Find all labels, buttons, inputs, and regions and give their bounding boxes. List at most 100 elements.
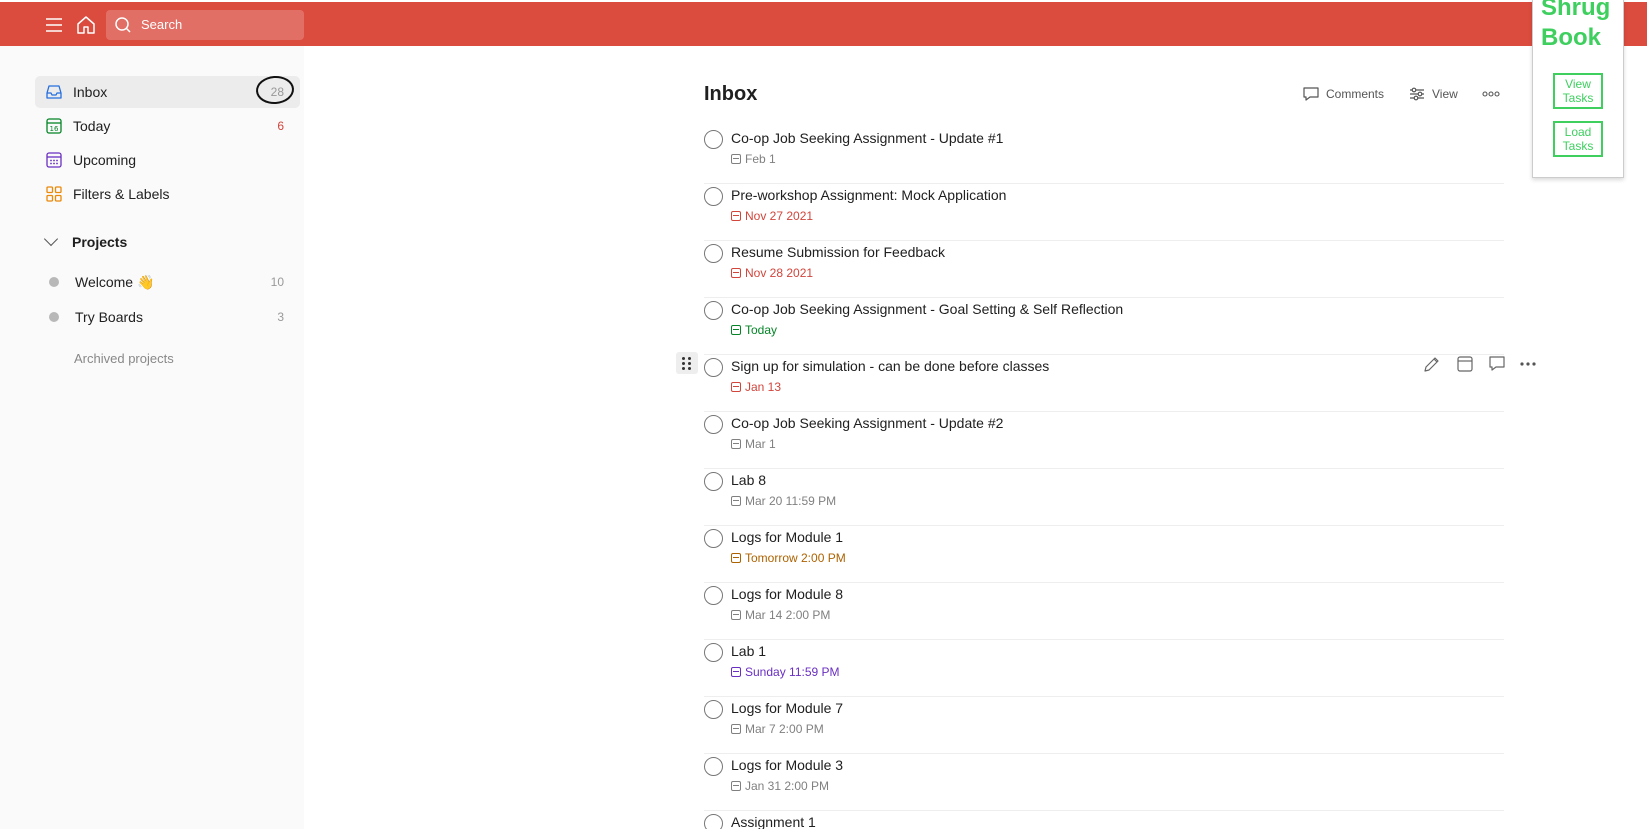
task-due-date[interactable]: Feb 1 — [731, 152, 776, 166]
project-item-welcome[interactable]: Welcome 👋 10 — [45, 267, 300, 295]
more-horizontal-icon[interactable] — [1518, 354, 1538, 374]
sidebar-item-inbox[interactable]: Inbox 28 — [35, 74, 300, 108]
task-due-date[interactable]: Jan 31 2:00 PM — [731, 779, 829, 793]
task-due-date[interactable]: Mar 14 2:00 PM — [731, 608, 830, 622]
task-due-date[interactable]: Mar 7 2:00 PM — [731, 722, 824, 736]
calendar-icon — [731, 439, 741, 449]
comments-label: Comments — [1326, 87, 1385, 101]
task-due-date[interactable]: Tomorrow 2:00 PM — [731, 551, 846, 565]
view-tasks-button[interactable]: View Tasks — [1553, 73, 1603, 109]
task-due-date[interactable]: Mar 1 — [731, 437, 776, 451]
task-checkbox[interactable] — [704, 244, 723, 263]
task-title[interactable]: Pre-workshop Assignment: Mock Applicatio… — [731, 187, 1006, 203]
task-item[interactable]: Co-op Job Seeking Assignment - Goal Sett… — [704, 298, 1504, 355]
task-title[interactable]: Lab 8 — [731, 472, 766, 488]
task-due-date[interactable]: Sunday 11:59 PM — [731, 665, 840, 679]
task-checkbox[interactable] — [704, 814, 723, 829]
task-checkbox[interactable] — [704, 187, 723, 206]
more-horizontal-icon — [1481, 86, 1500, 102]
task-item[interactable]: Assignment 1 — [704, 811, 1504, 829]
task-due-text: Today — [745, 323, 778, 337]
sidebar-item-label: Inbox — [73, 84, 108, 100]
task-checkbox[interactable] — [704, 130, 723, 149]
inbox-icon — [45, 83, 63, 101]
task-item[interactable]: Logs for Module 3 Jan 31 2:00 PM — [704, 754, 1504, 811]
calendar-icon — [731, 610, 741, 620]
task-item[interactable]: Lab 8 Mar 20 11:59 PM — [704, 469, 1504, 526]
task-item[interactable]: Co-op Job Seeking Assignment - Update #2… — [704, 412, 1504, 469]
task-title[interactable]: Logs for Module 3 — [731, 757, 843, 773]
task-item[interactable]: Co-op Job Seeking Assignment - Update #1… — [704, 127, 1504, 184]
task-checkbox[interactable] — [704, 301, 723, 320]
task-checkbox[interactable] — [704, 757, 723, 776]
task-title[interactable]: Resume Submission for Feedback — [731, 244, 945, 260]
task-item-hovered[interactable]: Sign up for simulation - can be done bef… — [704, 355, 1504, 412]
sidebar-item-label: Upcoming — [73, 152, 137, 168]
calendar-icon — [731, 154, 741, 164]
task-item[interactable]: Lab 1 Sunday 11:59 PM — [704, 640, 1504, 697]
view-button[interactable]: View — [1408, 86, 1458, 106]
calendar-icon — [731, 781, 741, 791]
comments-button[interactable]: Comments — [1302, 86, 1384, 106]
search-input[interactable]: Search — [106, 10, 304, 40]
project-color-dot — [49, 312, 59, 322]
calendar-today-icon: 16 — [45, 117, 63, 135]
sidebar-item-upcoming[interactable]: Upcoming — [35, 144, 300, 176]
task-checkbox[interactable] — [704, 472, 723, 491]
edit-pencil-icon[interactable] — [1422, 354, 1442, 374]
task-title[interactable]: Co-op Job Seeking Assignment - Goal Sett… — [731, 301, 1123, 317]
task-due-text: Mar 7 2:00 PM — [745, 722, 824, 736]
comment-icon[interactable] — [1487, 354, 1507, 374]
task-item[interactable]: Resume Submission for Feedback Nov 28 20… — [704, 241, 1504, 298]
task-checkbox[interactable] — [704, 529, 723, 548]
task-checkbox[interactable] — [704, 358, 723, 377]
calendar-icon — [731, 211, 741, 221]
menu-icon[interactable] — [43, 14, 65, 36]
projects-header[interactable]: Projects — [43, 231, 127, 250]
more-options-button[interactable] — [1481, 86, 1505, 106]
svg-text:16: 16 — [50, 125, 59, 133]
home-icon[interactable] — [75, 14, 97, 36]
task-due-date[interactable]: Mar 20 11:59 PM — [731, 494, 836, 508]
sidebar-item-today[interactable]: 16 Today 6 — [35, 110, 300, 142]
drag-handle-icon[interactable] — [676, 352, 698, 374]
chevron-down-icon[interactable] — [43, 231, 59, 247]
task-due-text: Nov 28 2021 — [745, 266, 814, 280]
top-bar: Search — [0, 0, 1647, 46]
task-title[interactable]: Logs for Module 1 — [731, 529, 843, 545]
task-title[interactable]: Co-op Job Seeking Assignment - Update #2 — [731, 415, 1003, 431]
task-due-date[interactable]: Jan 13 — [731, 380, 781, 394]
task-due-date[interactable]: Today — [731, 323, 777, 337]
view-tasks-label-1: View — [1565, 77, 1591, 91]
task-title[interactable]: Sign up for simulation - can be done bef… — [731, 358, 1049, 374]
task-title[interactable]: Co-op Job Seeking Assignment - Update #1 — [731, 130, 1003, 146]
task-item[interactable]: Pre-workshop Assignment: Mock Applicatio… — [704, 184, 1504, 241]
task-item[interactable]: Logs for Module 7 Mar 7 2:00 PM — [704, 697, 1504, 754]
search-icon — [114, 16, 132, 34]
sidebar-item-filters-labels[interactable]: Filters & Labels — [35, 178, 300, 210]
brand-line-2: Book — [1541, 24, 1601, 51]
task-title[interactable]: Assignment 1 — [731, 814, 816, 829]
task-due-text: Feb 1 — [745, 152, 776, 166]
task-hover-actions — [1422, 354, 1542, 374]
project-item-try-boards[interactable]: Try Boards 3 — [45, 302, 300, 330]
archived-projects-link[interactable]: Archived projects — [74, 351, 174, 366]
task-title[interactable]: Lab 1 — [731, 643, 766, 659]
task-due-date[interactable]: Nov 27 2021 — [731, 209, 813, 223]
task-checkbox[interactable] — [704, 643, 723, 662]
task-item[interactable]: Logs for Module 8 Mar 14 2:00 PM — [704, 583, 1504, 640]
calendar-upcoming-icon — [45, 151, 63, 169]
load-tasks-button[interactable]: Load Tasks — [1553, 121, 1603, 157]
task-checkbox[interactable] — [704, 415, 723, 434]
task-checkbox[interactable] — [704, 700, 723, 719]
task-title[interactable]: Logs for Module 8 — [731, 586, 843, 602]
task-item[interactable]: Logs for Module 1 Tomorrow 2:00 PM — [704, 526, 1504, 583]
task-title[interactable]: Logs for Module 7 — [731, 700, 843, 716]
shrug-book-panel: Shrug Book View Tasks Load Tasks — [1532, 0, 1624, 178]
task-due-text: Tomorrow 2:00 PM — [745, 551, 846, 565]
task-due-date[interactable]: Nov 28 2021 — [731, 266, 813, 280]
task-checkbox[interactable] — [704, 586, 723, 605]
schedule-calendar-icon[interactable] — [1455, 354, 1475, 374]
shrug-book-brand: Shrug Book — [1541, 0, 1610, 53]
task-due-text: Mar 1 — [745, 437, 776, 451]
